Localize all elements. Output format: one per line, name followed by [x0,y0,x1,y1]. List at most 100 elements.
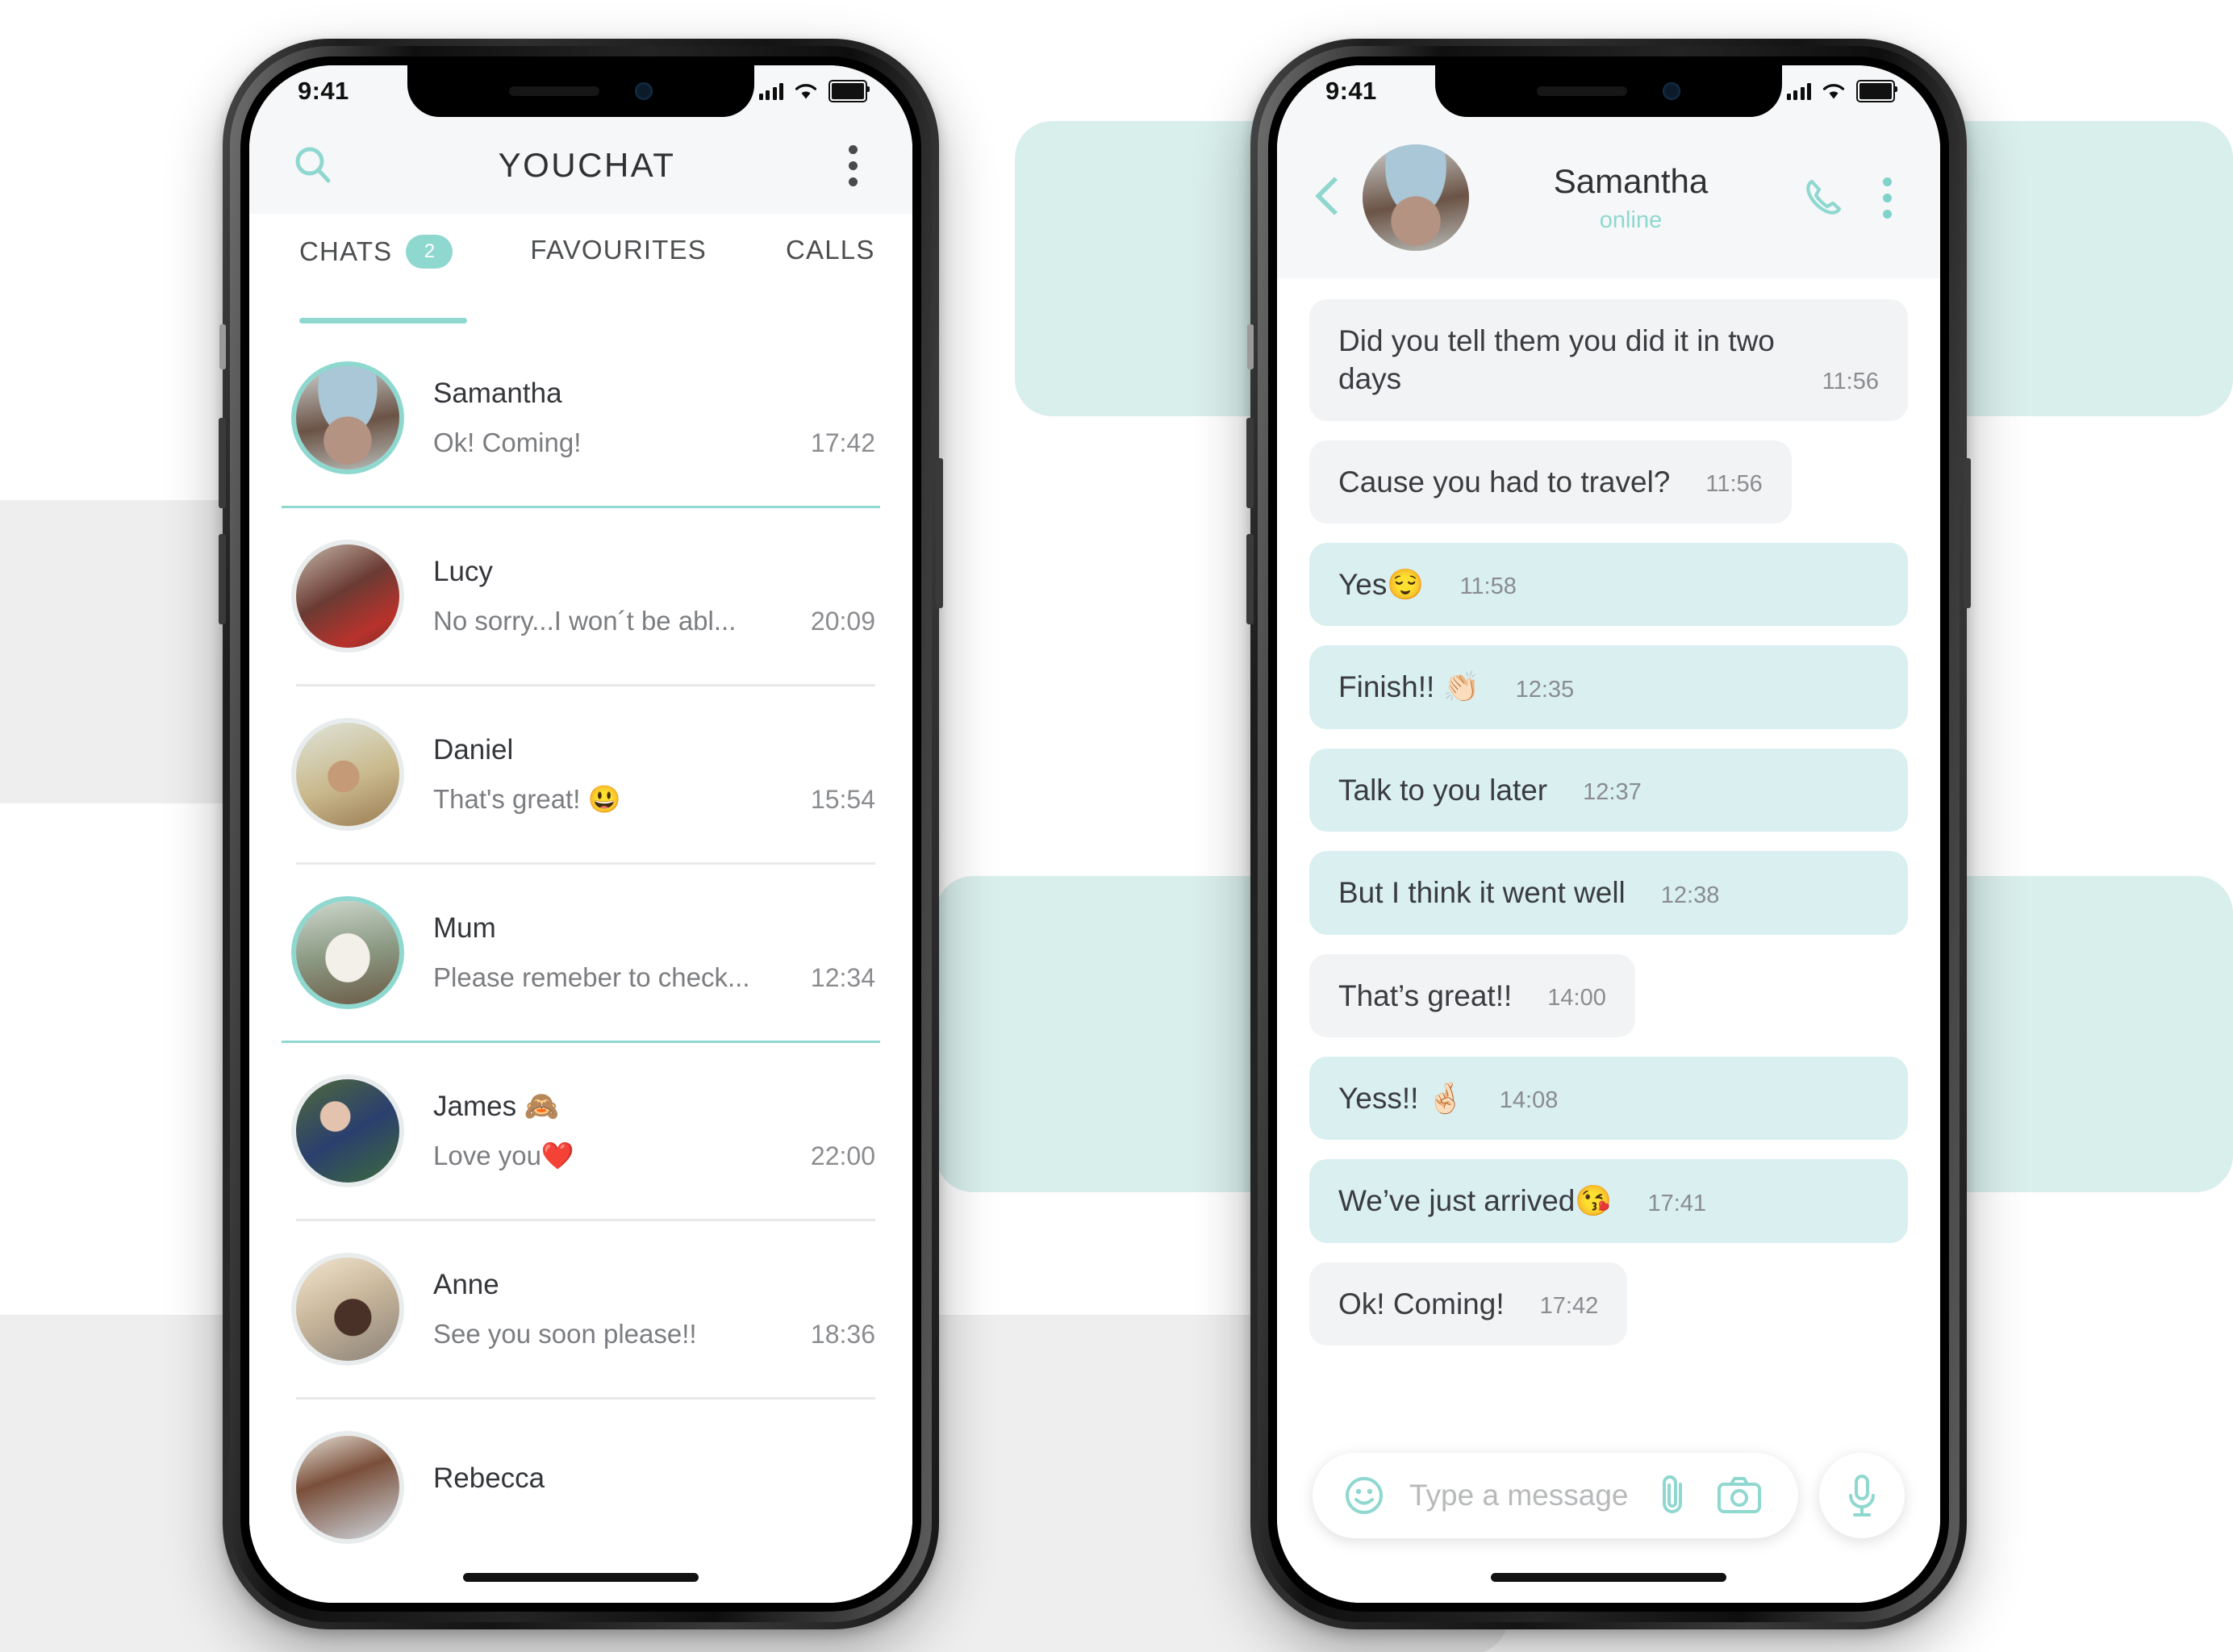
earpiece-speaker [1537,86,1627,96]
message-bubble-outgoing[interactable]: Finish!! 👏🏻 12:35 [1309,645,1908,729]
power-button[interactable] [936,458,943,608]
paperclip-icon[interactable] [1655,1473,1692,1518]
contact-avatar[interactable] [1363,144,1469,251]
avatar[interactable] [296,723,399,826]
message-text: Talk to you later [1338,773,1548,807]
notch [1435,65,1782,117]
chat-preview: That's great! 😃 [433,783,621,814]
message-time: 14:00 [1547,984,1606,1011]
avatar[interactable] [296,1258,399,1361]
message-text: Cause you had to travel? [1338,465,1671,499]
tab-favourites[interactable]: FAVOURITES [530,235,707,283]
message-row: Yes😌 11:58 [1309,543,1908,627]
chat-preview: No sorry...I won´t be abl... [433,606,737,636]
microphone-icon [1849,1475,1875,1516]
phone-device-left: 9:41 YOUCHAT CHATS 2 FAVOURITES CALLS Sa… [219,39,943,1629]
chat-list-item[interactable]: Daniel That's great! 😃 15:54 [249,686,912,862]
chat-name: Lucy [433,556,493,587]
message-time: 11:58 [1459,574,1517,600]
contact-name: Samantha [1553,161,1709,200]
volume-down-button[interactable] [219,534,226,624]
phone-call-icon[interactable] [1801,175,1846,220]
smiley-face-icon[interactable] [1343,1475,1385,1516]
message-bubble-incoming[interactable]: Did you tell them you did it in two days… [1309,299,1908,421]
message-bubble-incoming[interactable]: Cause you had to travel? 11:56 [1309,440,1792,524]
message-bubble-outgoing[interactable]: We’ve just arrived😘 17:41 [1309,1159,1908,1243]
message-list[interactable]: Did you tell them you did it in two days… [1277,278,1940,1419]
home-indicator[interactable] [463,1573,699,1582]
avatar[interactable] [296,901,399,1004]
avatar[interactable] [296,544,399,648]
chat-list-item[interactable]: Rebecca [249,1400,912,1575]
message-bubble-outgoing[interactable]: Talk to you later 12:37 [1309,748,1908,832]
chat-preview: Please remeber to check... [433,962,750,992]
message-text: We’ve just arrived😘 [1338,1184,1613,1218]
message-row: Talk to you later 12:37 [1309,748,1908,832]
message-time: 14:08 [1499,1087,1559,1114]
tab-active-indicator [299,318,467,323]
screen-chat-list: 9:41 YOUCHAT CHATS 2 FAVOURITES CALLS Sa… [249,65,912,1603]
contact-status: online [1599,206,1663,233]
wifi-icon [1822,84,1845,99]
volume-up-button[interactable] [219,418,226,508]
tab-chats-label: CHATS [299,236,393,266]
message-text: That’s great!! [1338,978,1513,1012]
message-text: Ok! Coming! [1338,1287,1505,1320]
battery-icon [1856,80,1897,102]
kebab-menu-icon[interactable] [1873,171,1901,225]
message-bubble-outgoing[interactable]: Yes😌 11:58 [1309,543,1908,627]
power-button[interactable] [1964,458,1971,608]
status-time: 9:41 [1325,77,1377,105]
message-time: 17:42 [1539,1292,1599,1319]
message-row: Cause you had to travel? 11:56 [1309,440,1908,524]
volume-up-button[interactable] [1246,418,1254,508]
message-time: 12:37 [1583,779,1642,806]
message-bubble-incoming[interactable]: Ok! Coming! 17:42 [1309,1262,1628,1345]
avatar[interactable] [296,366,399,469]
message-text: Did you tell them you did it in two days [1338,324,1775,396]
chat-list-item[interactable]: Mum Please remeber to check... 12:34 [249,865,912,1041]
message-row: That’s great!! 14:00 [1309,953,1908,1037]
message-bubble-outgoing[interactable]: But I think it went well 12:38 [1309,851,1908,935]
search-icon[interactable] [291,144,335,187]
chat-preview: Love you❤️ [433,1141,575,1170]
message-text: Yes😌 [1338,568,1425,602]
message-time: 12:38 [1660,882,1720,908]
chat-list-item[interactable]: Samantha Ok! Coming! 17:42 [249,330,912,506]
home-indicator[interactable] [1491,1573,1726,1582]
signal-bars-icon [758,82,783,100]
message-time: 17:41 [1647,1190,1707,1216]
chat-list-item[interactable]: Anne See you soon please!! 18:36 [249,1221,912,1397]
chat-name: James 🙈 [433,1091,560,1122]
chat-name: Anne [433,1269,499,1300]
silent-switch[interactable] [1247,324,1254,369]
silent-switch[interactable] [219,324,226,369]
app-bar: YOUCHAT [249,117,912,214]
message-text: Yess!! 🤞🏻 [1338,1081,1464,1115]
message-input-pill[interactable]: Type a message [1313,1453,1798,1538]
tab-calls[interactable]: CALLS [786,235,875,283]
volume-down-button[interactable] [1246,534,1254,624]
kebab-menu-icon[interactable] [839,139,867,193]
message-row: We’ve just arrived😘 17:41 [1309,1159,1908,1243]
message-time: 11:56 [1822,368,1879,394]
chat-list-item[interactable]: Lucy No sorry...I won´t be abl... 20:09 [249,508,912,684]
message-input-placeholder[interactable]: Type a message [1409,1479,1630,1512]
avatar[interactable] [296,1436,399,1539]
chat-list-item[interactable]: James 🙈 Love you❤️ 22:00 [249,1043,912,1219]
camera-icon[interactable] [1716,1475,1763,1516]
message-time: 12:35 [1515,676,1575,703]
message-bubble-outgoing[interactable]: Yess!! 🤞🏻 14:08 [1309,1056,1908,1141]
voice-record-button[interactable] [1819,1453,1905,1538]
message-text: But I think it went well [1338,876,1626,910]
message-bubble-incoming[interactable]: That’s great!! 14:00 [1309,953,1635,1037]
avatar[interactable] [296,1079,399,1183]
tab-chats[interactable]: CHATS 2 [299,235,453,286]
message-time: 11:56 [1705,471,1763,498]
notch [407,65,754,117]
battery-icon [829,80,870,102]
back-chevron-icon[interactable] [1317,179,1338,216]
chat-list[interactable]: Samantha Ok! Coming! 17:42 Lucy No sorry… [249,330,912,1603]
message-row: Finish!! 👏🏻 12:35 [1309,645,1908,729]
chat-time: 22:00 [810,1141,875,1170]
